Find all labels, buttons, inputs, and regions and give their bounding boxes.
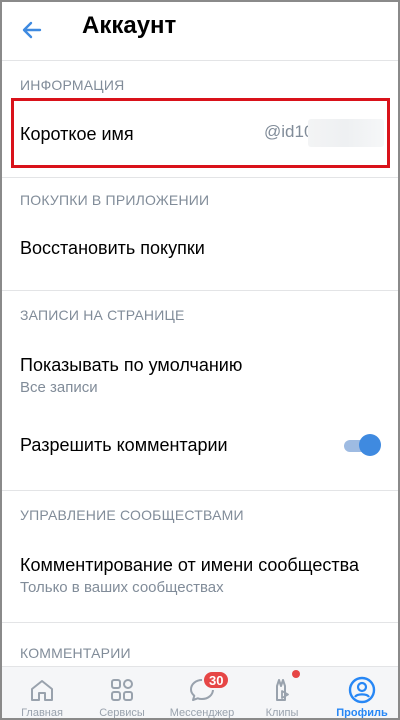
divider bbox=[2, 60, 398, 61]
default-posts-value: Все записи bbox=[20, 379, 98, 396]
comment-as-community-value: Только в ваших сообществах bbox=[20, 579, 224, 596]
section-heading-communities: УПРАВЛЕНИЕ СООБЩЕСТВАМИ bbox=[20, 507, 244, 523]
divider bbox=[2, 622, 398, 623]
default-posts-label: Показывать по умолчанию bbox=[20, 355, 243, 375]
home-icon bbox=[27, 675, 57, 705]
bottom-tab-bar: Главная Сервисы Мессенджер Клипы Профиль bbox=[2, 666, 398, 719]
page-title: Аккаунт bbox=[82, 12, 177, 39]
services-icon bbox=[107, 675, 137, 705]
comment-as-community-label: Комментирование от имени сообщества bbox=[20, 555, 359, 575]
clips-notification-dot bbox=[292, 670, 300, 678]
toggle-knob bbox=[359, 434, 381, 456]
tab-label: Сервисы bbox=[99, 707, 145, 719]
clips-icon bbox=[267, 675, 297, 705]
divider bbox=[2, 290, 398, 291]
allow-comments-label: Разрешить комментарии bbox=[20, 435, 228, 455]
tab-label: Мессенджер bbox=[169, 707, 235, 719]
allow-comments-toggle[interactable] bbox=[344, 434, 381, 456]
section-heading-comments: КОММЕНТАРИИ bbox=[20, 645, 131, 661]
messenger-unread-badge: 30 bbox=[202, 670, 231, 690]
tab-label: Главная bbox=[21, 707, 63, 719]
divider bbox=[2, 490, 398, 491]
screen: Аккаунт ИНФОРМАЦИЯ Короткое имя @id10 ПО… bbox=[0, 0, 400, 720]
tab-label: Профиль bbox=[336, 707, 388, 719]
back-button[interactable] bbox=[16, 14, 48, 46]
restore-purchases-label: Восстановить покупки bbox=[20, 238, 205, 258]
tab-clips[interactable]: Клипы bbox=[242, 667, 322, 719]
top-bar: Аккаунт bbox=[2, 2, 398, 58]
tab-label: Клипы bbox=[265, 707, 299, 719]
divider bbox=[2, 177, 398, 178]
tab-profile[interactable]: Профиль bbox=[322, 667, 398, 719]
tab-home[interactable]: Главная bbox=[2, 667, 82, 719]
section-heading-wall: ЗАПИСИ НА СТРАНИЦЕ bbox=[20, 307, 185, 323]
profile-icon bbox=[347, 675, 377, 705]
section-heading-info: ИНФОРМАЦИЯ bbox=[20, 77, 125, 93]
highlight-frame bbox=[11, 98, 390, 168]
back-arrow-icon bbox=[22, 21, 42, 39]
tab-services[interactable]: Сервисы bbox=[82, 667, 162, 719]
section-heading-purchases: ПОКУПКИ В ПРИЛОЖЕНИИ bbox=[20, 192, 210, 208]
